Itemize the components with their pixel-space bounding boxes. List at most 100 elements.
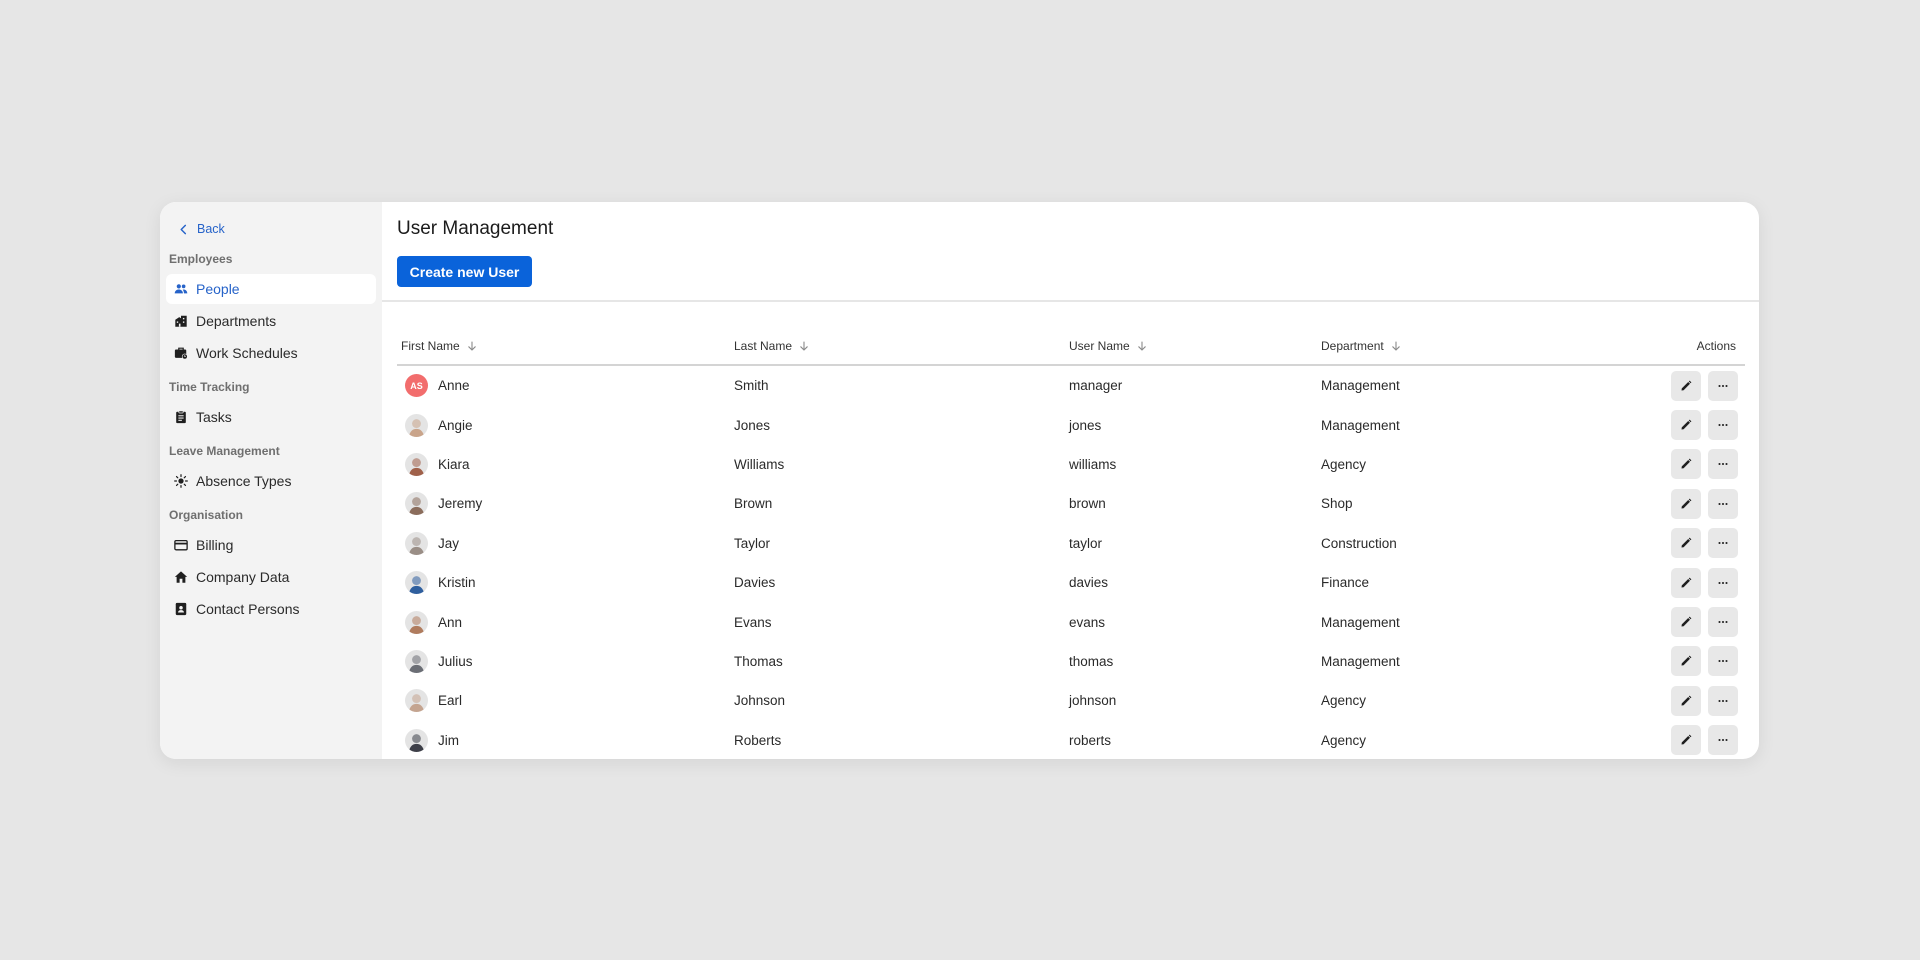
table-header: First Name Last Name User Name Departmen…: [397, 328, 1745, 366]
cell-actions: [1661, 528, 1745, 559]
more-options-button[interactable]: [1708, 725, 1738, 756]
first-name-text: Jay: [438, 535, 460, 551]
pencil-icon: [1681, 459, 1692, 469]
more-horizontal-icon: [1718, 424, 1728, 427]
column-header-department[interactable]: Department: [1321, 339, 1661, 353]
avatar: [405, 649, 428, 673]
cell-department: Agency: [1321, 456, 1367, 472]
app-window: Back Employees People Departments Work Sche…: [160, 202, 1759, 759]
pencil-icon: [1681, 695, 1692, 706]
cell-user-name: manager: [1069, 378, 1123, 394]
avatar: [405, 571, 428, 595]
more-options-button[interactable]: [1708, 370, 1738, 401]
cell-user-name: taylor: [1069, 535, 1103, 551]
more-horizontal-icon: [1718, 620, 1728, 624]
sidebar-nav: Employees People Departments Work Schedules…: [166, 252, 376, 624]
cell-department: Management: [1321, 614, 1400, 630]
first-name-text: Angie: [438, 417, 473, 433]
avatar: [405, 452, 428, 476]
sidebar-section-title: Employees: [169, 252, 233, 266]
sidebar-item-company-data[interactable]: Company Data: [166, 562, 376, 592]
nav-group: Time Tracking Tasks: [166, 380, 376, 432]
more-horizontal-icon: [1718, 699, 1728, 702]
sidebar-item-label: People: [196, 281, 240, 297]
first-name-text: Kristin: [438, 575, 476, 591]
edit-button[interactable]: [1671, 725, 1701, 756]
sidebar-item-label: Departments: [196, 313, 277, 329]
avatar: [405, 531, 428, 555]
sort-arrow-down-icon: [1137, 341, 1146, 351]
create-user-button[interactable]: Create new User: [397, 256, 532, 287]
nav-group: Leave Management Absence Types: [166, 444, 376, 496]
more-horizontal-icon: [1718, 542, 1728, 545]
more-options-button[interactable]: [1708, 685, 1738, 716]
back-link[interactable]: Back: [166, 218, 376, 240]
sidebar-item-label: Company Data: [196, 569, 290, 585]
table-row: Earl Johnson johnson Agency: [397, 681, 1745, 720]
avatar: [405, 689, 428, 713]
edit-button[interactable]: [1671, 488, 1701, 519]
edit-button[interactable]: [1671, 410, 1701, 441]
pencil-icon: [1681, 537, 1692, 548]
sidebar-item-people[interactable]: People: [166, 274, 376, 304]
table-row: Kristin Davies davies Finance: [397, 563, 1745, 602]
column-header-last-name[interactable]: Last Name: [734, 339, 1069, 353]
table-row: Ann Evans evans Management: [397, 602, 1745, 641]
edit-button[interactable]: [1671, 449, 1701, 480]
more-horizontal-icon: [1718, 502, 1728, 505]
first-name-text: Kiara: [438, 456, 470, 472]
more-options-button[interactable]: [1708, 607, 1738, 638]
page-title: User Management: [397, 218, 554, 239]
more-horizontal-icon: [1718, 660, 1728, 663]
cell-department: Agency: [1321, 693, 1367, 709]
cell-user-name: jones: [1069, 417, 1102, 433]
table-body: AS Anne Smith manager Management Angie Jones jo…: [397, 366, 1745, 759]
column-header-user-name[interactable]: User Name: [1069, 339, 1321, 353]
sidebar-item-absence-types[interactable]: Absence Types: [166, 466, 376, 496]
more-options-button[interactable]: [1708, 646, 1738, 677]
sidebar-item-tasks[interactable]: Tasks: [166, 402, 376, 432]
sidebar-item-contact-persons[interactable]: Contact Persons: [166, 594, 376, 624]
cell-actions: [1661, 685, 1745, 716]
cell-department: Management: [1321, 378, 1400, 394]
avatar: [405, 610, 428, 634]
edit-button[interactable]: [1671, 685, 1701, 716]
pencil-icon: [1681, 734, 1692, 745]
edit-button[interactable]: [1671, 528, 1701, 559]
column-header-label: First Name: [401, 339, 460, 353]
more-options-button[interactable]: [1708, 410, 1738, 441]
cell-actions: [1661, 449, 1745, 480]
first-name-text: Julius: [438, 653, 473, 669]
sidebar-item-billing[interactable]: Billing: [166, 530, 376, 560]
edit-button[interactable]: [1671, 370, 1701, 401]
sidebar-item-departments[interactable]: Departments: [166, 306, 376, 336]
cell-first-name: Jim: [397, 728, 734, 752]
sidebar-item-work-schedules[interactable]: Work Schedules: [166, 338, 376, 368]
more-horizontal-icon: [1718, 739, 1728, 742]
cell-actions: [1661, 646, 1745, 677]
more-options-button[interactable]: [1708, 449, 1738, 480]
cell-user-name: johnson: [1069, 693, 1117, 709]
cell-department: Shop: [1321, 496, 1353, 512]
sort-arrow-down-icon: [1391, 341, 1400, 351]
sidebar-item-label: Absence Types: [196, 473, 292, 489]
column-header-first-name[interactable]: First Name: [397, 339, 734, 353]
edit-button[interactable]: [1671, 567, 1701, 598]
first-name-text: Earl: [438, 693, 463, 709]
cell-last-name: Evans: [734, 614, 772, 630]
edit-button[interactable]: [1671, 646, 1701, 677]
cell-last-name: Williams: [734, 456, 785, 472]
cell-first-name: Jeremy: [397, 492, 734, 516]
contact-icon: [174, 602, 188, 616]
more-horizontal-icon: [1718, 581, 1728, 584]
sidebar-item-label: Tasks: [196, 409, 232, 425]
more-options-button[interactable]: [1708, 528, 1738, 559]
cell-first-name: Kiara: [397, 452, 734, 476]
column-header-label: Last Name: [734, 339, 793, 353]
sort-arrow-down-icon: [800, 341, 808, 351]
edit-button[interactable]: [1671, 607, 1701, 638]
more-options-button[interactable]: [1708, 488, 1738, 519]
more-options-button[interactable]: [1708, 567, 1738, 598]
sidebar-section-title: Leave Management: [169, 444, 280, 458]
sort-arrow-down-icon: [467, 341, 476, 351]
